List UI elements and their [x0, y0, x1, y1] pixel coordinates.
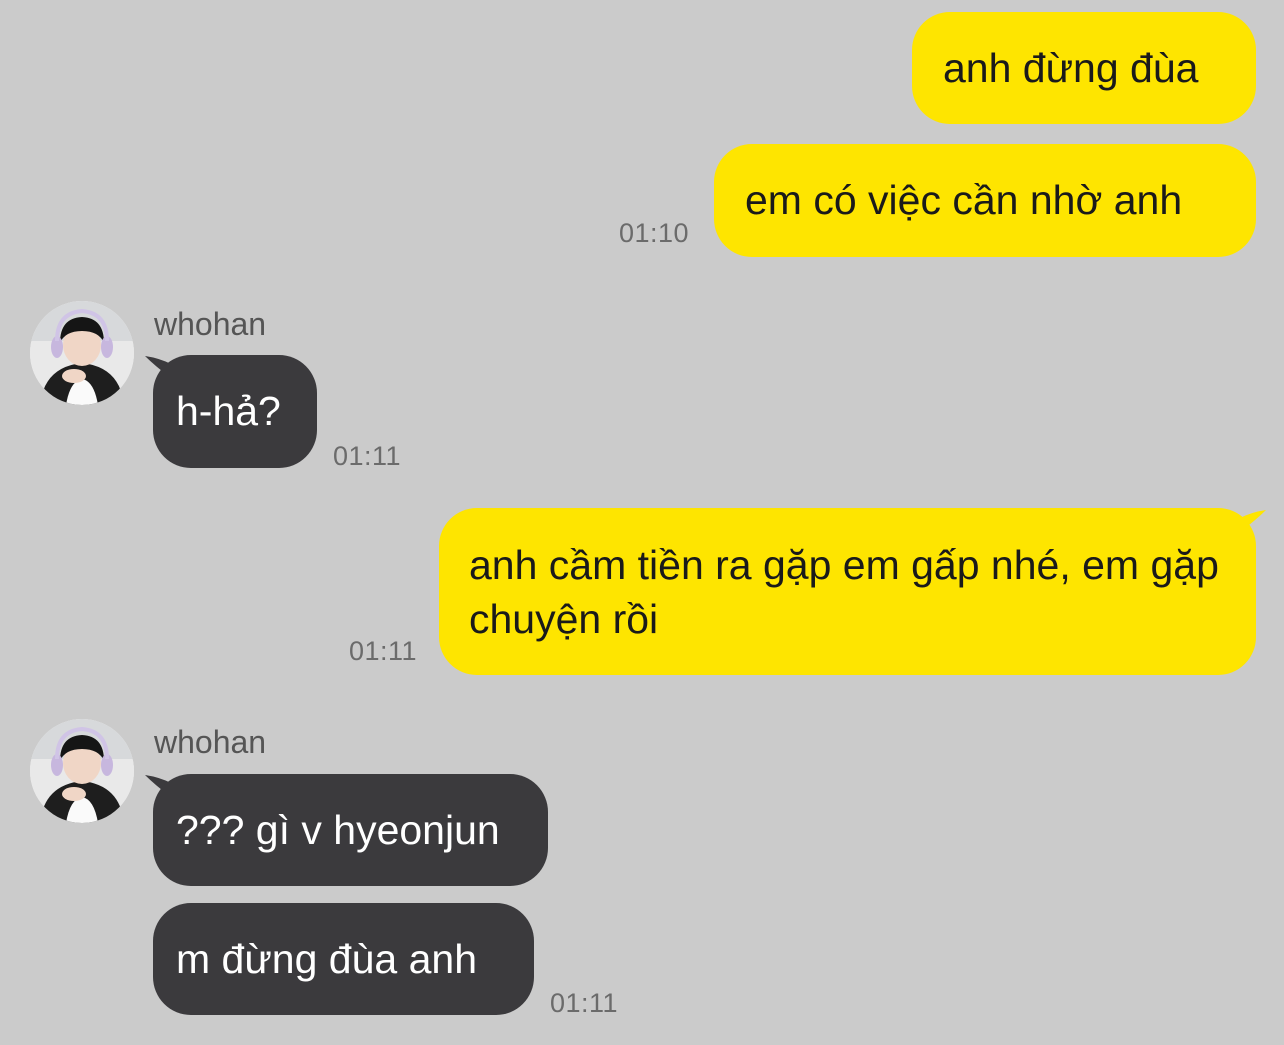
message-text: h-hả?: [176, 388, 281, 434]
message-timestamp: 01:10: [619, 218, 690, 248]
message-text: em có việc cần nhờ anh: [745, 177, 1183, 223]
my-message-bubble[interactable]: em có việc cần nhờ anh: [714, 144, 1256, 257]
message-timestamp: 01:11: [550, 988, 619, 1018]
message-text: m đừng đùa anh: [176, 936, 477, 982]
message-text: ??? gì v hyeonjun: [176, 807, 500, 853]
contact-avatar[interactable]: [30, 301, 134, 405]
contact-avatar[interactable]: [30, 719, 134, 823]
message-timestamp: 01:11: [349, 636, 418, 666]
message-text: anh đừng đùa: [943, 45, 1199, 91]
sender-name: whohan: [154, 724, 267, 760]
profile-avatar-icon: [30, 719, 134, 823]
their-message-bubble[interactable]: h-hả?: [153, 355, 317, 468]
my-message-bubble[interactable]: anh đừng đùa: [912, 12, 1256, 124]
message-timestamp: 01:11: [333, 441, 402, 471]
message-text: anh cầm tiền ra gặp em gấp nhé, em gặp c…: [469, 542, 1219, 642]
their-message-bubble[interactable]: ??? gì v hyeonjun: [153, 774, 548, 886]
chat-thread[interactable]: anh đừng đùa em có việc cần nhờ anh 01:1…: [0, 0, 1284, 1045]
sender-name: whohan: [154, 306, 267, 342]
my-message-bubble[interactable]: anh cầm tiền ra gặp em gấp nhé, em gặp c…: [439, 508, 1256, 675]
their-message-bubble[interactable]: m đừng đùa anh: [153, 903, 534, 1015]
profile-avatar-icon: [30, 301, 134, 405]
